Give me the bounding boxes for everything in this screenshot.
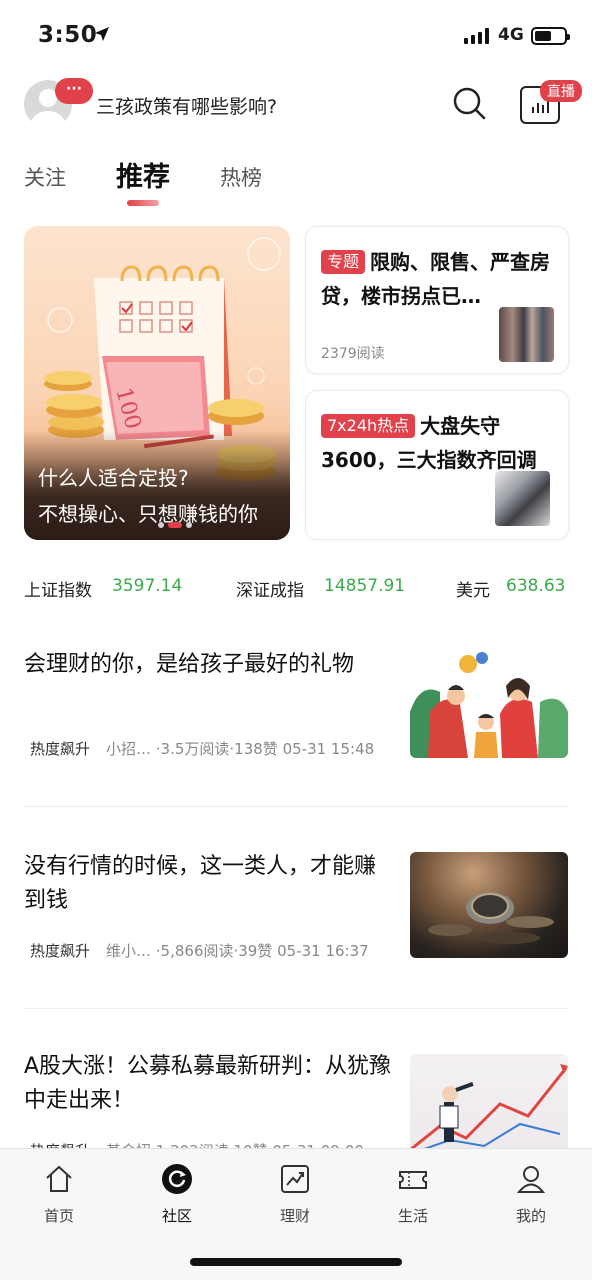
topic-tag: 专题: [321, 250, 366, 274]
market-ticker[interactable]: 上证指数 3597.14 深证成指 14857.91 美元 638.63: [0, 576, 592, 602]
hot-badge: 热度飙升: [30, 942, 91, 960]
tab-home[interactable]: 首页: [24, 1163, 94, 1226]
tab-follow[interactable]: 关注: [24, 162, 66, 192]
status-bar: 3:50 4G: [0, 0, 592, 72]
article-thumbnail: [410, 652, 568, 758]
tab-finance-label: 理财: [279, 1207, 310, 1225]
battery-icon: [531, 27, 570, 45]
article-title: 会理财的你，是给孩子最好的礼物: [24, 652, 355, 677]
ticker-value-sh: 3597.14: [112, 576, 183, 596]
tab-home-label: 首页: [43, 1207, 74, 1225]
message-badge[interactable]: ···: [55, 78, 93, 104]
banner-pager: [158, 522, 192, 528]
community-icon: [162, 1164, 192, 1194]
hot-question-link[interactable]: 三孩政策有哪些影响?: [96, 92, 277, 119]
ticker-label-sz: 深证成指: [236, 581, 304, 601]
banner-caption-line2: 不想操心、只想赚钱的你: [38, 502, 258, 526]
tab-finance[interactable]: 理财: [260, 1163, 330, 1226]
tab-hotlist[interactable]: 热榜: [220, 162, 262, 192]
hot-news-card[interactable]: 7x24h热点 大盘失守3600，三大指数齐回调: [305, 390, 569, 540]
promo-banner[interactable]: 100 什么人适合定投? 不想操心、只想赚钱的你: [24, 226, 290, 540]
ticker-label-sh: 上证指数: [24, 581, 92, 601]
user-icon: [516, 1166, 546, 1193]
divider: [24, 1008, 568, 1009]
article-thumbnail: [410, 1054, 568, 1160]
divider: [24, 806, 568, 807]
topic-card[interactable]: 专题 限购、限售、严查房贷，楼市拐点已… 2379阅读: [305, 226, 569, 374]
tab-community-label: 社区: [161, 1207, 192, 1225]
topic-card-reads: 2379阅读: [321, 346, 385, 362]
tab-recommend[interactable]: 推荐: [116, 155, 170, 194]
article-meta-text: 维小… ·5,866阅读·39赞 05-31 16:37: [106, 942, 369, 960]
ticker-label-usd: 美元: [456, 581, 490, 601]
article-thumbnail: [410, 852, 568, 958]
tab-mine-label: 我的: [515, 1207, 546, 1225]
hot-news-card-title: 7x24h热点 大盘失守3600，三大指数齐回调: [321, 409, 561, 477]
banner-caption-line1: 什么人适合定投?: [38, 466, 189, 490]
search-icon[interactable]: [452, 86, 486, 120]
feed-tabs: 关注 推荐 热榜: [0, 150, 592, 210]
network-type: 4G: [498, 25, 524, 45]
article-meta: 热度飙升 维小… ·5,866阅读·39赞 05-31 16:37: [30, 940, 369, 961]
tab-life[interactable]: 生活: [378, 1163, 448, 1226]
tab-life-label: 生活: [397, 1207, 428, 1225]
active-tab-indicator: [127, 200, 159, 206]
home-indicator: [190, 1258, 402, 1266]
topic-card-thumbnail: [499, 307, 554, 362]
live-badge[interactable]: 直播: [540, 80, 582, 102]
article-title: A股大涨！公募私募最新研判：从犹豫中走出来！: [24, 1054, 392, 1113]
article-item[interactable]: 会理财的你，是给孩子最好的礼物 热度飙升 小招… ·3.5万阅读·138赞 05-…: [24, 648, 568, 768]
home-icon: [46, 1165, 72, 1192]
article-meta: 热度飙升 小招… ·3.5万阅读·138赞 05-31 15:48: [30, 738, 374, 759]
hot-news-tag: 7x24h热点: [321, 414, 416, 438]
article-title: 没有行情的时候，这一类人，才能赚到钱: [24, 854, 377, 913]
hot-news-card-thumbnail: [495, 471, 550, 526]
article-item[interactable]: 没有行情的时候，这一类人，才能赚到钱 热度飙升 维小… ·5,866阅读·39赞 …: [24, 850, 568, 970]
top-header: ··· 三孩政策有哪些影响? 直播: [0, 72, 592, 142]
ticket-icon: [399, 1171, 427, 1189]
status-time: 3:50: [38, 22, 98, 48]
tab-mine[interactable]: 我的: [496, 1163, 566, 1226]
signal-icon: [464, 28, 489, 44]
tab-community[interactable]: 社区: [142, 1163, 212, 1226]
article-meta-text: 小招… ·3.5万阅读·138赞 05-31 15:48: [106, 740, 375, 758]
location-arrow-icon: [95, 27, 109, 41]
ticker-value-usd: 638.63: [506, 576, 566, 596]
chart-trend-icon: [281, 1165, 309, 1193]
hot-badge: 热度飙升: [30, 740, 91, 758]
ticker-value-sz: 14857.91: [324, 576, 406, 596]
topic-card-title: 专题 限购、限售、严查房贷，楼市拐点已…: [321, 245, 561, 313]
